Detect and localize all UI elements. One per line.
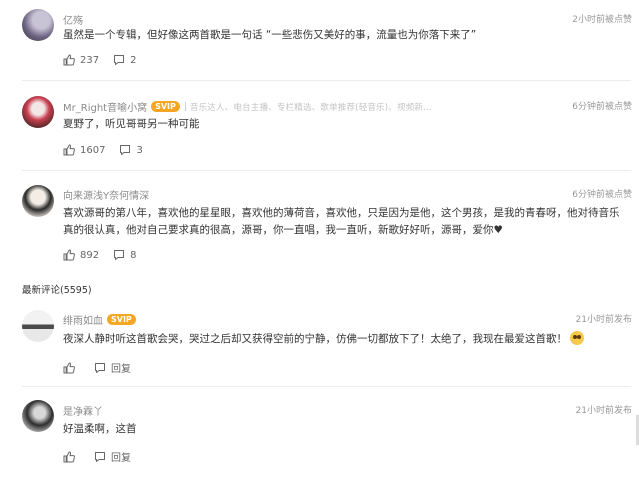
comment-text-body: 夜深人静时听这首歌会哭，哭过之后却又获得空前的宁静，仿佛一切都放下了！太绝了，我… bbox=[63, 333, 567, 345]
username[interactable]: 绯雨如血 bbox=[63, 312, 103, 327]
comment-time: 2小时前被点赞 bbox=[572, 15, 632, 25]
reply-icon bbox=[95, 451, 105, 462]
like-icon bbox=[63, 361, 75, 373]
reply-label: 回复 bbox=[111, 453, 131, 464]
reply-button[interactable]: 回复 bbox=[94, 449, 131, 464]
comment-time: 21小时前发布 bbox=[575, 406, 632, 416]
like-button[interactable] bbox=[63, 450, 80, 463]
avatar[interactable] bbox=[22, 96, 54, 128]
username[interactable]: 是净霖丫 bbox=[63, 403, 103, 418]
user-tags: 音乐达人、电台主播、专栏精选、歌单推荐(轻音乐)、视频新... bbox=[184, 101, 432, 113]
avatar[interactable] bbox=[22, 400, 54, 432]
reply-icon bbox=[114, 55, 125, 65]
reply-icon bbox=[114, 250, 125, 260]
reply-icon bbox=[95, 362, 105, 373]
comment-time: 6分钟前被点赞 bbox=[572, 102, 632, 112]
username[interactable]: 亿殇 bbox=[63, 12, 83, 27]
avatar[interactable] bbox=[22, 310, 54, 342]
username[interactable]: 向来源浅Y奈何情深 bbox=[63, 187, 149, 202]
comment-text: 夜深人静时听这首歌会哭，哭过之后却又获得空前的宁静，仿佛一切都放下了！太绝了，我… bbox=[63, 331, 625, 348]
user-tags-text: 音乐达人、电台主播、专栏精选、歌单推荐(轻音乐)、视频新... bbox=[189, 102, 432, 113]
reply-button[interactable]: 3 bbox=[119, 144, 143, 156]
reply-button[interactable]: 8 bbox=[113, 249, 136, 261]
comment-time: 6分钟前被点赞 bbox=[572, 190, 632, 200]
comment-text: 虽然是一个专辑，但好像这两首歌是一句话 “一些悲伤又美好的事，流量也为你落下来了… bbox=[63, 29, 477, 41]
svip-badge: SVIP bbox=[107, 314, 136, 325]
like-button[interactable]: 1607 bbox=[63, 144, 105, 156]
emoji-icon bbox=[570, 331, 585, 345]
reply-label: 回复 bbox=[111, 364, 131, 375]
divider bbox=[22, 386, 631, 387]
comment-text: 夏野了，听见哥哥另一种可能 bbox=[63, 118, 200, 130]
like-icon bbox=[63, 144, 75, 156]
divider bbox=[22, 170, 631, 171]
comment-text: 好温柔啊，这首 bbox=[63, 423, 137, 435]
like-icon bbox=[63, 450, 75, 462]
like-count: 1607 bbox=[80, 144, 106, 156]
like-button[interactable] bbox=[63, 361, 80, 374]
like-icon bbox=[63, 54, 75, 66]
comment-text: 喜欢源哥的第八年，喜欢他的星星眼，喜欢他的薄荷音，喜欢他，只是因为是他，这个男孩… bbox=[63, 207, 620, 236]
reply-button[interactable]: 2 bbox=[113, 54, 136, 66]
avatar[interactable] bbox=[22, 9, 54, 41]
divider bbox=[22, 80, 631, 81]
like-button[interactable]: 237 bbox=[63, 54, 99, 66]
avatar[interactable] bbox=[22, 185, 54, 217]
reply-icon bbox=[120, 145, 131, 155]
latest-comments-title: 最新评论(5595) bbox=[22, 285, 92, 296]
like-button[interactable]: 892 bbox=[63, 249, 99, 261]
reply-button[interactable]: 回复 bbox=[94, 360, 131, 375]
reply-count: 3 bbox=[136, 144, 143, 156]
like-count: 237 bbox=[80, 54, 100, 66]
comment-time: 21小时前发布 bbox=[575, 315, 632, 325]
like-icon bbox=[63, 249, 75, 261]
reply-count: 8 bbox=[130, 249, 137, 261]
username[interactable]: Mr_Right音喻小窝 bbox=[63, 99, 147, 114]
reply-count: 2 bbox=[130, 54, 137, 66]
like-count: 892 bbox=[80, 249, 100, 261]
svip-badge: SVIP bbox=[151, 101, 180, 112]
